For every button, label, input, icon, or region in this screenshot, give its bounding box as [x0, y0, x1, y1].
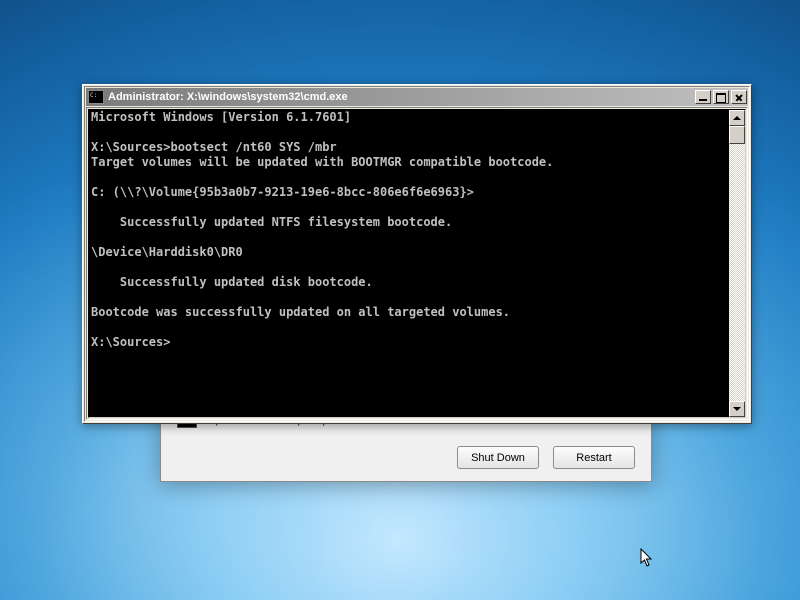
vertical-scrollbar[interactable] [729, 110, 745, 417]
cmd-titlebar[interactable]: Administrator: X:\windows\system32\cmd.e… [86, 88, 748, 106]
cmd-app-icon [88, 90, 104, 104]
minimize-button[interactable] [695, 90, 711, 104]
cmd-window: Administrator: X:\windows\system32\cmd.e… [82, 84, 752, 424]
scroll-thumb[interactable] [729, 126, 745, 144]
cmd-title-text: Administrator: X:\windows\system32\cmd.e… [108, 91, 695, 103]
mouse-cursor-icon [640, 548, 654, 568]
scroll-track[interactable] [729, 126, 745, 401]
desktop-background: Open a command prompt window Shut Down R… [0, 0, 800, 600]
maximize-button[interactable] [713, 90, 729, 104]
scroll-up-button[interactable] [729, 110, 745, 126]
shutdown-button[interactable]: Shut Down [457, 446, 539, 469]
console-output[interactable]: Microsoft Windows [Version 6.1.7601] X:\… [89, 110, 729, 417]
restart-button[interactable]: Restart [553, 446, 635, 469]
close-button[interactable] [731, 90, 747, 104]
scroll-down-button[interactable] [729, 401, 745, 417]
